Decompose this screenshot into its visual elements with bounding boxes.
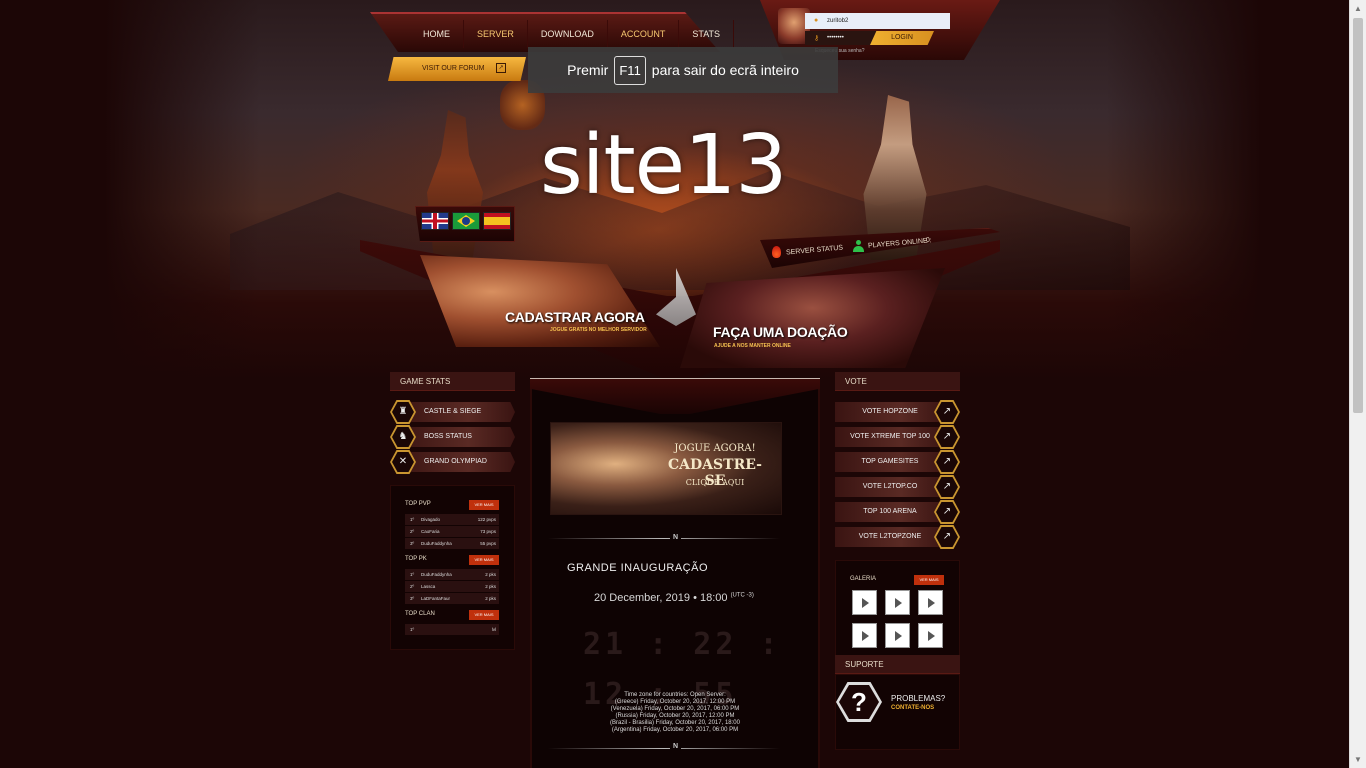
gallery-title: GALERIA [850,576,877,582]
f11-key: F11 [614,55,646,85]
players-online-count: 0 [925,236,931,245]
dragon-glyph: ♞ [398,431,408,442]
timezone-line: (Greece) Friday, October 20, 2017, 12:00… [614,699,736,705]
pk-see-more-button[interactable]: VER MAIS [469,555,499,565]
news-date-timezone: (UTC -3) [730,592,754,599]
news-title: GRANDE INAUGURAÇÃO [567,562,709,574]
vote-hopzone-button[interactable]: VOTE HOPZONE [835,402,945,422]
gallery-see-more-button[interactable]: VER MAIS [914,575,944,585]
contact-us-link[interactable]: CONTATE-NOS [891,705,934,711]
swords-glyph: ✕ [398,456,408,467]
divider-top [548,538,780,539]
visit-forum-label: VISIT OUR FORUM [422,65,485,72]
promo-line-3: CLIQUE AQUI [685,478,745,487]
site-title: site13 [540,118,787,213]
timezone-line: (Brazil - Brasilia) Friday, October 20, … [610,720,740,726]
question-mark-glyph: ? [851,687,867,717]
scroll-up-arrow-icon[interactable]: ▲ [1350,0,1366,17]
support-title: PROBLEMAS? [891,694,946,703]
gallery-video-thumb[interactable] [852,623,877,648]
table-row: 2º CaoFaria 73 pvps [405,526,499,537]
hero-fade-left [0,0,260,380]
donate-banner[interactable] [680,268,945,368]
nav-download[interactable]: DOWNLOAD [528,20,608,48]
nav-home[interactable]: HOME [410,20,464,48]
news-date: 20 December, 2019 • 18:00 (UTC -3) [594,592,754,604]
login-button[interactable]: LOGIN [870,31,934,45]
external-link-glyph: ↗ [942,481,952,492]
vote-l2topzone-button[interactable]: VOTE L2TOPZONE [835,527,945,547]
countdown-timer: 21 : 22 : 12 : 55 [583,627,782,712]
clan-see-more-button[interactable]: VER MAIS [469,610,499,620]
vote-xtreme-button[interactable]: VOTE XTREME TOP 100 [835,427,945,447]
fullscreen-prefix: Premir [567,62,609,78]
register-banner-subtitle: JOGUE GRATIS NO MELHOR SERVIDOR [550,327,647,333]
table-row: 1º lvl [405,624,499,635]
gallery-video-thumb[interactable] [885,590,910,615]
nav-account[interactable]: ACCOUNT [608,20,680,48]
external-link-glyph: ↗ [942,456,952,467]
scrollbar-thumb[interactable] [1353,18,1363,413]
top-pk-title: TOP PK [405,556,427,562]
flag-english-icon[interactable] [421,212,449,230]
visit-forum-button[interactable]: VISIT OUR FORUM ↗ [388,57,526,81]
nav-stats[interactable]: STATS [679,20,735,48]
vote-arena-button[interactable]: TOP 100 ARENA [835,502,945,522]
hero-fade-right [1106,0,1366,380]
castle-glyph: ♜ [398,406,408,417]
timezone-line: (Venezuela) Friday, October 20, 2017, 06… [610,706,740,712]
timezone-line: (Argentina) Friday, October 20, 2017, 06… [611,727,739,733]
table-row: 2º Lassca 2 pks [405,581,499,592]
fullscreen-suffix: para sair do ecrã inteiro [651,62,799,78]
page-scrollbar[interactable]: ▲ ▼ [1349,0,1366,768]
top-nav: HOME SERVER DOWNLOAD ACCOUNT STATS [410,20,735,48]
external-link-glyph: ↗ [942,531,952,542]
vote-gamesites-button[interactable]: TOP GAMESITES [835,452,945,472]
divider-glyph-top: N [670,534,682,541]
fullscreen-notice: Premir F11 para sair do ecrã inteiro [528,47,838,93]
external-link-icon: ↗ [496,63,506,73]
table-row: 3º LaDFantaFaur 2 pks [405,593,499,604]
external-link-glyph: ↗ [942,506,952,517]
pvp-see-more-button[interactable]: VER MAIS [469,500,499,510]
gallery-video-thumb[interactable] [852,590,877,615]
divider-glyph-bottom: N [670,743,682,750]
donate-banner-title[interactable]: FAÇA UMA DOAÇÃO [713,324,848,340]
support-header: SUPORTE [835,655,960,674]
gallery-video-thumb[interactable] [918,590,943,615]
register-banner-title[interactable]: CADASTRAR AGORA [505,309,645,325]
game-stats-header: GAME STATS [390,372,515,391]
table-row: 1º Divagado 122 pvps [405,514,499,525]
username-field[interactable]: zuritob2 [805,13,950,29]
key-icon: ⚷ [814,35,820,42]
table-row: 1º DuduFaddynha 2 pks [405,569,499,580]
table-row: 3º DuduFaddynha 55 pvps [405,538,499,549]
promo-line-1: JOGUE AGORA! [674,443,756,454]
vote-header: VOTE [835,372,960,391]
flag-portuguese-icon[interactable] [452,212,480,230]
top-pvp-title: TOP PVP [405,501,431,507]
vote-l2topco-button[interactable]: VOTE L2TOP.CO [835,477,945,497]
flag-spanish-icon[interactable] [483,212,511,230]
gallery-video-thumb[interactable] [885,623,910,648]
divider-bottom [548,748,780,749]
scroll-down-arrow-icon[interactable]: ▼ [1350,751,1366,768]
timezone-line: Time zone for countries: Open Server: [624,692,726,698]
donate-banner-subtitle: AJUDE A NOS MANTER ONLINE [714,343,791,349]
timezone-line: (Russia) Friday, October 20, 2017, 12:00… [615,713,735,719]
gallery-video-thumb[interactable] [918,623,943,648]
nav-server[interactable]: SERVER [464,20,528,48]
external-link-glyph: ↗ [942,406,952,417]
fire-icon [772,246,781,258]
user-icon: ● [814,17,819,24]
news-date-text: 20 December, 2019 • 18:00 [594,592,728,604]
player-icon [853,240,864,252]
top-clan-title: TOP CLAN [405,611,435,617]
external-link-glyph: ↗ [942,431,952,442]
